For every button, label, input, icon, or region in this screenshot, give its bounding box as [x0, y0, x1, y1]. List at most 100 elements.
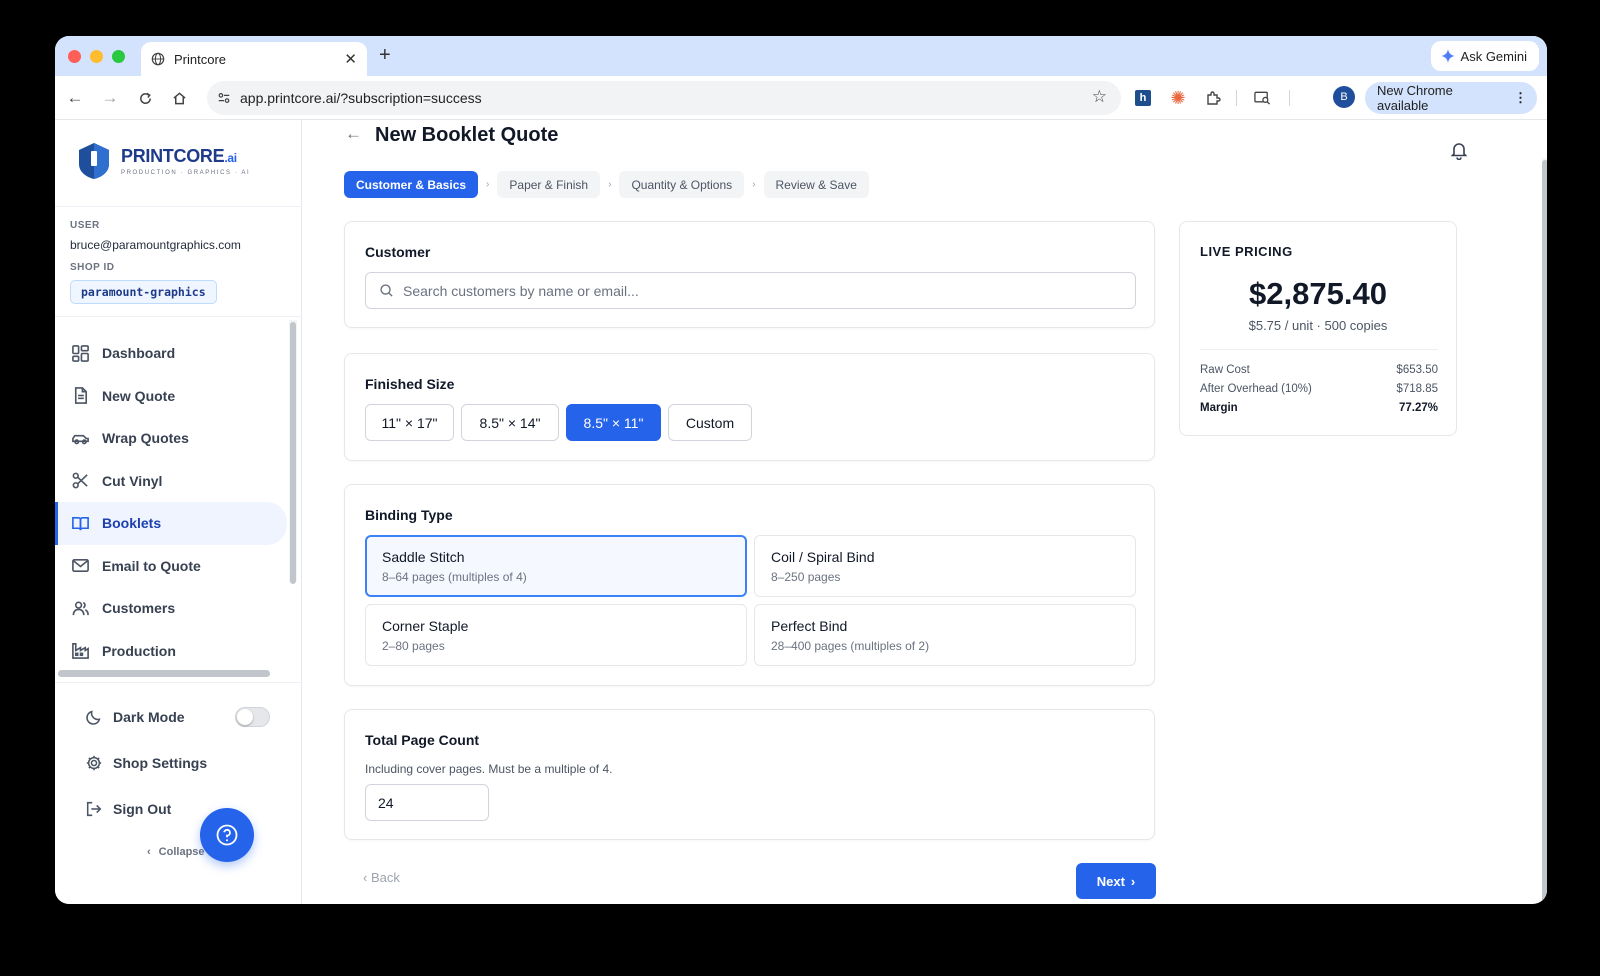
main-content: ← New Booklet Quote Customer & Basics › …	[303, 120, 1535, 904]
users-icon	[72, 601, 89, 615]
main-scrollbar-thumb[interactable]	[1542, 160, 1547, 904]
help-button[interactable]	[200, 808, 254, 862]
dark-mode-toggle[interactable]	[235, 707, 270, 727]
next-button[interactable]: Next ›	[1076, 863, 1156, 899]
home-icon[interactable]	[167, 86, 191, 110]
brand-logo[interactable]: PRINTCORE.ai PRODUCTION · GRAPHICS · AI	[77, 142, 250, 180]
kebab-menu-icon[interactable]: ⋮	[1514, 90, 1527, 106]
site-settings-icon[interactable]	[217, 91, 231, 105]
brand-name: PRINTCORE.ai	[121, 146, 237, 166]
sidebar-nav: Dashboard New Quote Wrap Quotes Cut Viny…	[55, 332, 287, 672]
step-customer-basics[interactable]: Customer & Basics	[344, 171, 479, 198]
customer-card: Customer Search customers by name or ema…	[344, 221, 1155, 328]
moon-icon	[86, 710, 101, 725]
address-bar[interactable]: app.printcore.ai/?subscription=success ☆	[207, 81, 1121, 115]
customer-search-input[interactable]: Search customers by name or email...	[365, 272, 1136, 309]
shop-id-label: SHOP ID	[70, 262, 115, 273]
dashboard-icon	[72, 344, 89, 362]
sidebar-item-label: Customers	[102, 600, 176, 617]
scissors-icon	[72, 472, 88, 489]
extension-burst-icon[interactable]: ✺	[1167, 87, 1189, 109]
step-quantity-options[interactable]: Quantity & Options	[619, 171, 745, 198]
collapse-label: Collapse	[158, 846, 205, 858]
chevron-right-icon: ›	[486, 179, 490, 190]
step-review-save[interactable]: Review & Save	[763, 171, 869, 198]
price-row-margin: Margin 77.27%	[1200, 402, 1438, 414]
extensions-puzzle-icon[interactable]	[1202, 87, 1224, 109]
reload-icon[interactable]	[133, 86, 157, 110]
close-tab-icon[interactable]: ✕	[344, 50, 357, 68]
shop-id-badge: paramount-graphics	[70, 280, 217, 304]
chrome-update-button[interactable]: New Chrome available ⋮	[1365, 82, 1537, 114]
profile-avatar[interactable]: B	[1333, 86, 1355, 108]
binding-option-name: Coil / Spiral Bind	[771, 549, 875, 565]
sidebar-item-new-quote[interactable]: New Quote	[55, 375, 287, 418]
binding-option-name: Perfect Bind	[771, 618, 848, 634]
page-count-hint: Including cover pages. Must be a multipl…	[365, 762, 613, 776]
sidebar-item-label: Email to Quote	[102, 557, 201, 574]
binding-option-coil-spiral[interactable]: Coil / Spiral Bind 8–250 pages	[754, 535, 1136, 597]
size-option-8-5x11[interactable]: 8.5" × 11"	[566, 404, 661, 441]
collapse-sidebar-button[interactable]: ‹ Collapse	[147, 846, 205, 858]
shop-settings-link[interactable]: Shop Settings	[85, 754, 207, 772]
new-tab-button[interactable]: +	[379, 44, 391, 67]
step-paper-finish[interactable]: Paper & Finish	[497, 171, 601, 198]
binding-type-title: Binding Type	[365, 507, 453, 523]
maximize-window-button[interactable]	[112, 50, 125, 63]
tab-search-icon[interactable]	[1251, 87, 1273, 109]
binding-option-saddle-stitch[interactable]: Saddle Stitch 8–64 pages (multiples of 4…	[365, 535, 747, 597]
sidebar-item-production[interactable]: Production	[55, 630, 287, 673]
divider	[55, 682, 302, 683]
sidebar-item-dashboard[interactable]: Dashboard	[55, 332, 287, 375]
url-text: app.printcore.ai/?subscription=success	[240, 90, 482, 106]
minimize-window-button[interactable]	[90, 50, 103, 63]
search-icon	[380, 284, 393, 297]
chevron-left-icon: ‹	[147, 846, 151, 858]
sidebar-scrollbar[interactable]	[289, 320, 297, 584]
forward-nav-icon[interactable]: →	[98, 86, 122, 110]
pricing-total: $2,875.40	[1249, 276, 1387, 311]
sidebar-item-booklets[interactable]: Booklets	[55, 502, 287, 545]
gemini-sparkle-icon	[1440, 49, 1455, 63]
page-count-title: Total Page Count	[365, 732, 480, 748]
back-button[interactable]: ‹ Back	[363, 870, 400, 885]
binding-option-perfect-bind[interactable]: Perfect Bind 28–400 pages (multiples of …	[754, 604, 1136, 666]
sidebar-scrollbar-thumb[interactable]	[290, 322, 296, 584]
sidebar-horizontal-scrollbar[interactable]	[58, 670, 270, 677]
extension-h-icon[interactable]: h	[1132, 87, 1154, 109]
sidebar-item-wrap-quotes[interactable]: Wrap Quotes	[55, 417, 287, 460]
user-label: USER	[70, 220, 100, 231]
bookmark-star-icon[interactable]: ☆	[1092, 87, 1107, 107]
chevron-right-icon: ›	[1130, 873, 1136, 889]
browser-tab[interactable]: Printcore ✕	[141, 42, 367, 76]
back-nav-icon[interactable]: ←	[63, 86, 87, 110]
notifications-bell-icon[interactable]	[1449, 140, 1469, 165]
sign-out-link[interactable]: Sign Out	[85, 800, 171, 818]
factory-icon	[72, 643, 89, 660]
browser-window: Printcore ✕ + Ask Gemini ← → app.printco…	[55, 36, 1547, 904]
sidebar-item-customers[interactable]: Customers	[55, 587, 287, 630]
ask-gemini-button[interactable]: Ask Gemini	[1430, 41, 1539, 71]
main-scrollbar[interactable]	[1542, 158, 1547, 904]
car-icon	[72, 434, 89, 445]
binding-option-desc: 8–64 pages (multiples of 4)	[382, 570, 527, 584]
customer-card-title: Customer	[365, 244, 431, 260]
shop-settings-label: Shop Settings	[113, 755, 208, 771]
back-arrow-icon[interactable]: ←	[345, 124, 362, 144]
sign-out-label: Sign Out	[113, 801, 172, 817]
size-option-11x17[interactable]: 11" × 17"	[365, 404, 454, 441]
sidebar-item-label: Wrap Quotes	[102, 430, 189, 447]
tab-title: Printcore	[174, 51, 227, 67]
price-row-after-overhead: After Overhead (10%) $718.85	[1200, 383, 1438, 395]
binding-option-corner-staple[interactable]: Corner Staple 2–80 pages	[365, 604, 747, 666]
page-count-input[interactable]: 24	[365, 784, 489, 821]
close-window-button[interactable]	[68, 50, 81, 63]
chevron-right-icon: ›	[608, 179, 612, 190]
sidebar-item-email-to-quote[interactable]: Email to Quote	[55, 545, 287, 588]
divider	[55, 206, 302, 207]
size-option-8-5x14[interactable]: 8.5" × 14"	[461, 404, 559, 441]
sidebar-item-cut-vinyl[interactable]: Cut Vinyl	[55, 460, 287, 503]
price-row-label: Margin	[1200, 402, 1238, 414]
ask-gemini-label: Ask Gemini	[1460, 48, 1527, 64]
size-option-custom[interactable]: Custom	[668, 404, 752, 441]
